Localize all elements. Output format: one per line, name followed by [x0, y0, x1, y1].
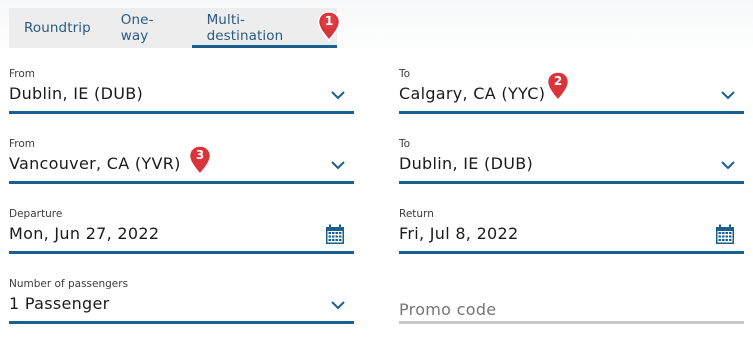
calendar-icon[interactable]	[714, 224, 736, 246]
flight-2-from-value: Vancouver, CA (YVR)	[9, 154, 181, 173]
marker-number: 3	[195, 148, 205, 162]
calendar-icon[interactable]	[324, 224, 346, 246]
departure-value: Mon, Jun 27, 2022	[9, 224, 160, 243]
flight-1-to-label: To	[399, 68, 411, 80]
departure-label: Departure	[9, 208, 63, 220]
return-date-field[interactable]: Return Fri, Jul 8, 2022	[399, 208, 744, 254]
flight-2-from-field[interactable]: From Vancouver, CA (YVR)	[9, 138, 354, 184]
flight-1-from-label: From	[9, 68, 36, 80]
passengers-field[interactable]: Number of passengers 1 Passenger	[9, 278, 354, 324]
tab-multi-destination[interactable]: Multi-destination	[191, 8, 338, 48]
chevron-down-icon[interactable]	[330, 160, 346, 170]
flight-2-to-field[interactable]: To Dublin, IE (DUB)	[399, 138, 744, 184]
flight-1-from-field[interactable]: From Dublin, IE (DUB)	[9, 68, 354, 114]
flight-2-from-label: From	[9, 138, 36, 150]
marker-number: 1	[324, 14, 334, 28]
tab-one-way[interactable]: One-way	[106, 8, 192, 48]
flight-2-to-label: To	[399, 138, 411, 150]
promo-code-placeholder: Promo code	[399, 300, 497, 319]
map-pin-marker-icon: 2	[546, 71, 570, 101]
map-pin-marker-icon: 1	[317, 11, 341, 41]
marker-number: 2	[553, 74, 563, 88]
return-label: Return	[399, 208, 434, 220]
chevron-down-icon[interactable]	[720, 160, 736, 170]
passengers-value: 1 Passenger	[9, 294, 110, 313]
flight-1-from-value: Dublin, IE (DUB)	[9, 84, 144, 103]
tab-roundtrip[interactable]: Roundtrip	[9, 8, 106, 48]
chevron-down-icon[interactable]	[330, 300, 346, 310]
flight-1-to-value: Calgary, CA (YYC)	[399, 84, 546, 103]
flight-1-to-field[interactable]: To Calgary, CA (YYC)	[399, 68, 744, 114]
chevron-down-icon[interactable]	[330, 90, 346, 100]
departure-date-field[interactable]: Departure Mon, Jun 27, 2022	[9, 208, 354, 254]
flight-2-to-value: Dublin, IE (DUB)	[399, 154, 534, 173]
map-pin-marker-icon: 3	[188, 145, 212, 175]
promo-code-field[interactable]: Promo code	[399, 278, 744, 324]
passengers-label: Number of passengers	[9, 278, 129, 290]
return-value: Fri, Jul 8, 2022	[399, 224, 519, 243]
chevron-down-icon[interactable]	[720, 90, 736, 100]
trip-type-tabs: Roundtrip One-way Multi-destination	[9, 8, 338, 48]
